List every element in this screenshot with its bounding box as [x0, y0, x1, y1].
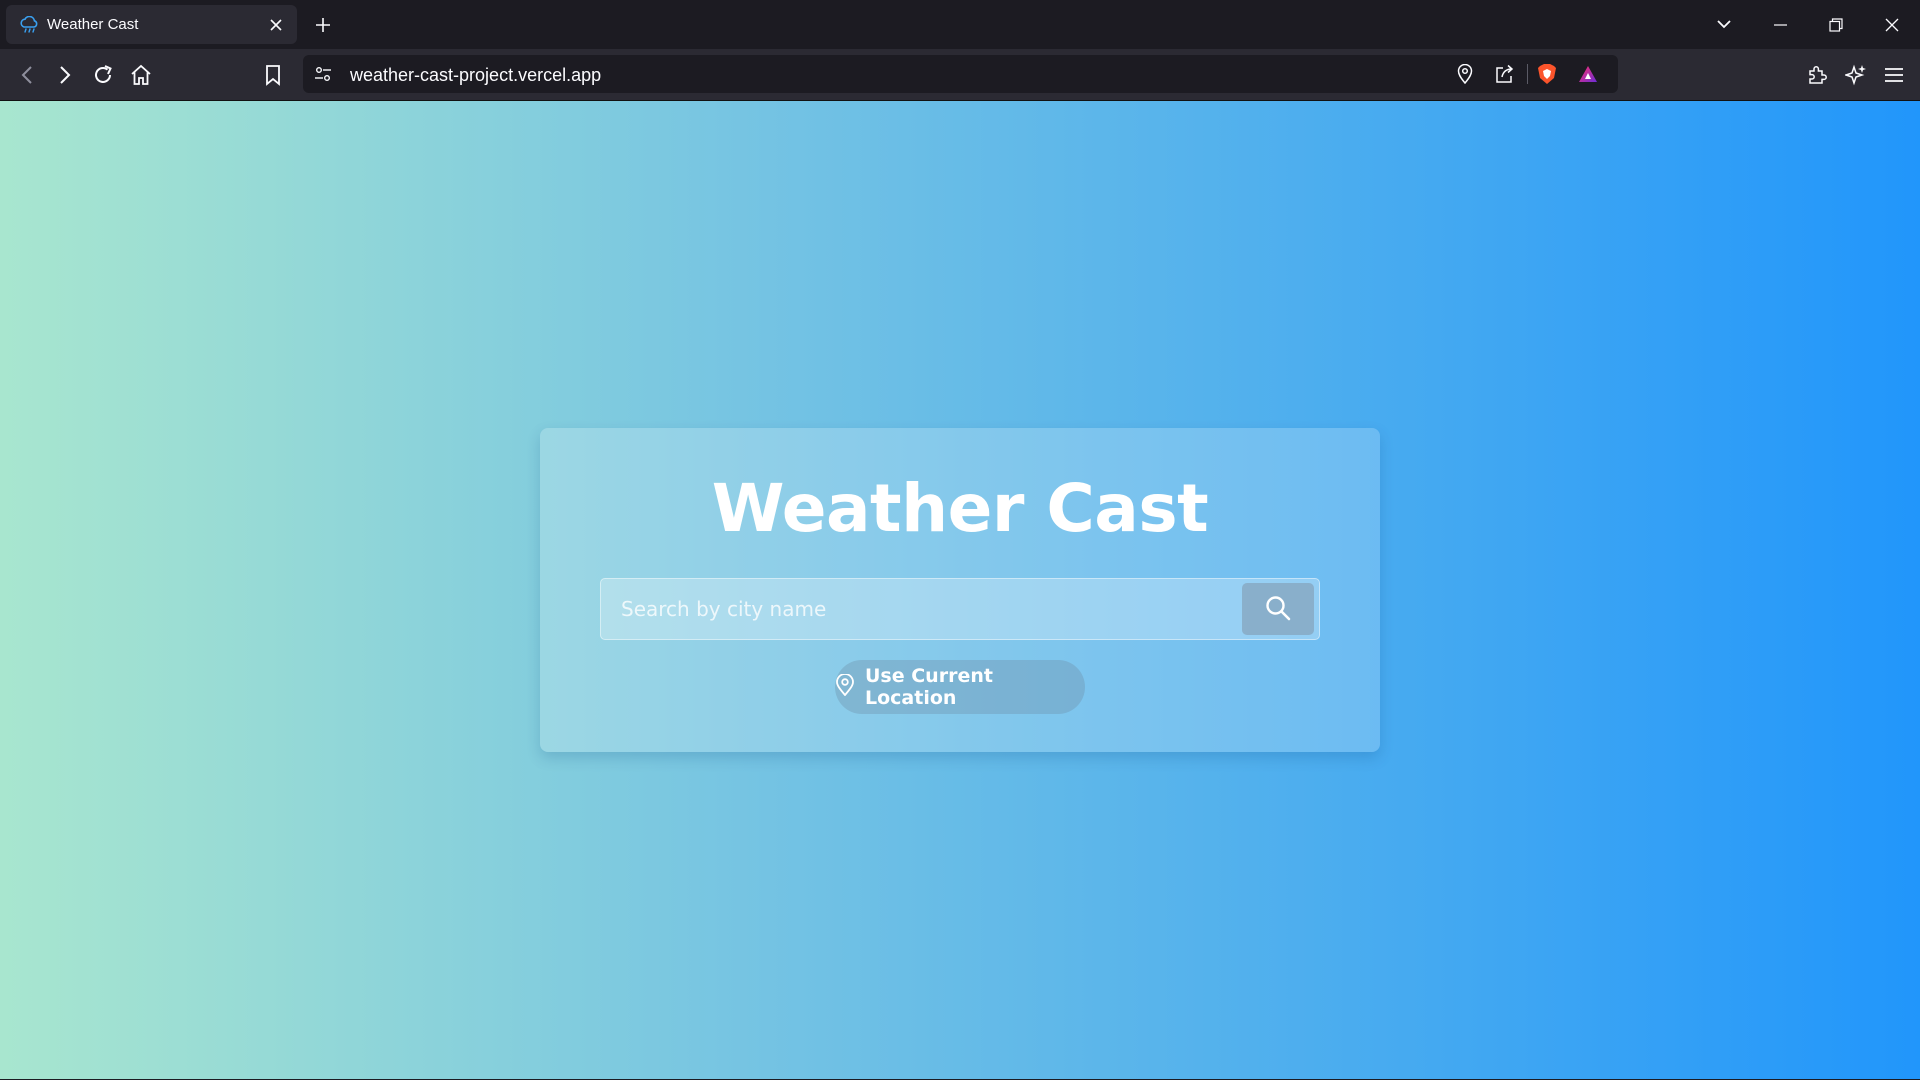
- reload-icon[interactable]: [89, 61, 117, 89]
- use-current-location-button[interactable]: Use Current Location: [835, 660, 1085, 714]
- menu-icon[interactable]: [1880, 61, 1908, 89]
- search-box: [600, 578, 1320, 640]
- tab-list-chevron-down-icon[interactable]: [1696, 0, 1752, 49]
- location-pin-icon: [835, 672, 855, 701]
- search-icon: [1265, 595, 1291, 624]
- back-icon[interactable]: [13, 61, 41, 89]
- browser-tab[interactable]: Weather Cast: [6, 5, 297, 44]
- leo-ai-sparkle-icon[interactable]: [1842, 61, 1870, 89]
- location-pin-icon[interactable]: [1455, 64, 1475, 84]
- site-settings-icon[interactable]: [313, 64, 333, 84]
- url-bar-separator: [1527, 64, 1528, 84]
- minimize-icon[interactable]: [1752, 0, 1808, 49]
- cloud-rain-icon: [19, 15, 39, 35]
- browser-toolbar: weather-cast-project.vercel.app: [0, 49, 1920, 101]
- use-current-location-label: Use Current Location: [865, 665, 993, 709]
- search-card: Weather Cast Use Current Location: [540, 428, 1380, 752]
- forward-icon[interactable]: [51, 61, 79, 89]
- bookmark-icon[interactable]: [259, 61, 287, 89]
- brave-rewards-icon[interactable]: [1578, 64, 1598, 84]
- search-input[interactable]: [601, 579, 1241, 639]
- extensions-icon[interactable]: [1803, 61, 1831, 89]
- restore-icon[interactable]: [1808, 0, 1864, 49]
- home-icon[interactable]: [127, 61, 155, 89]
- share-icon[interactable]: [1495, 64, 1515, 84]
- close-window-icon[interactable]: [1864, 0, 1920, 49]
- url-text: weather-cast-project.vercel.app: [350, 65, 602, 85]
- tab-close-icon[interactable]: [265, 14, 287, 36]
- brave-shields-icon[interactable]: [1537, 64, 1557, 84]
- page-title: Weather Cast: [711, 470, 1209, 547]
- window-controls: [1696, 0, 1920, 49]
- browser-tab-bar: Weather Cast: [0, 0, 1920, 49]
- tab-title: Weather Cast: [47, 16, 139, 33]
- search-button[interactable]: [1242, 583, 1314, 635]
- new-tab-button[interactable]: [311, 13, 335, 37]
- page-background: Weather Cast Use Current Location: [0, 101, 1920, 1079]
- address-bar[interactable]: weather-cast-project.vercel.app: [303, 55, 1618, 93]
